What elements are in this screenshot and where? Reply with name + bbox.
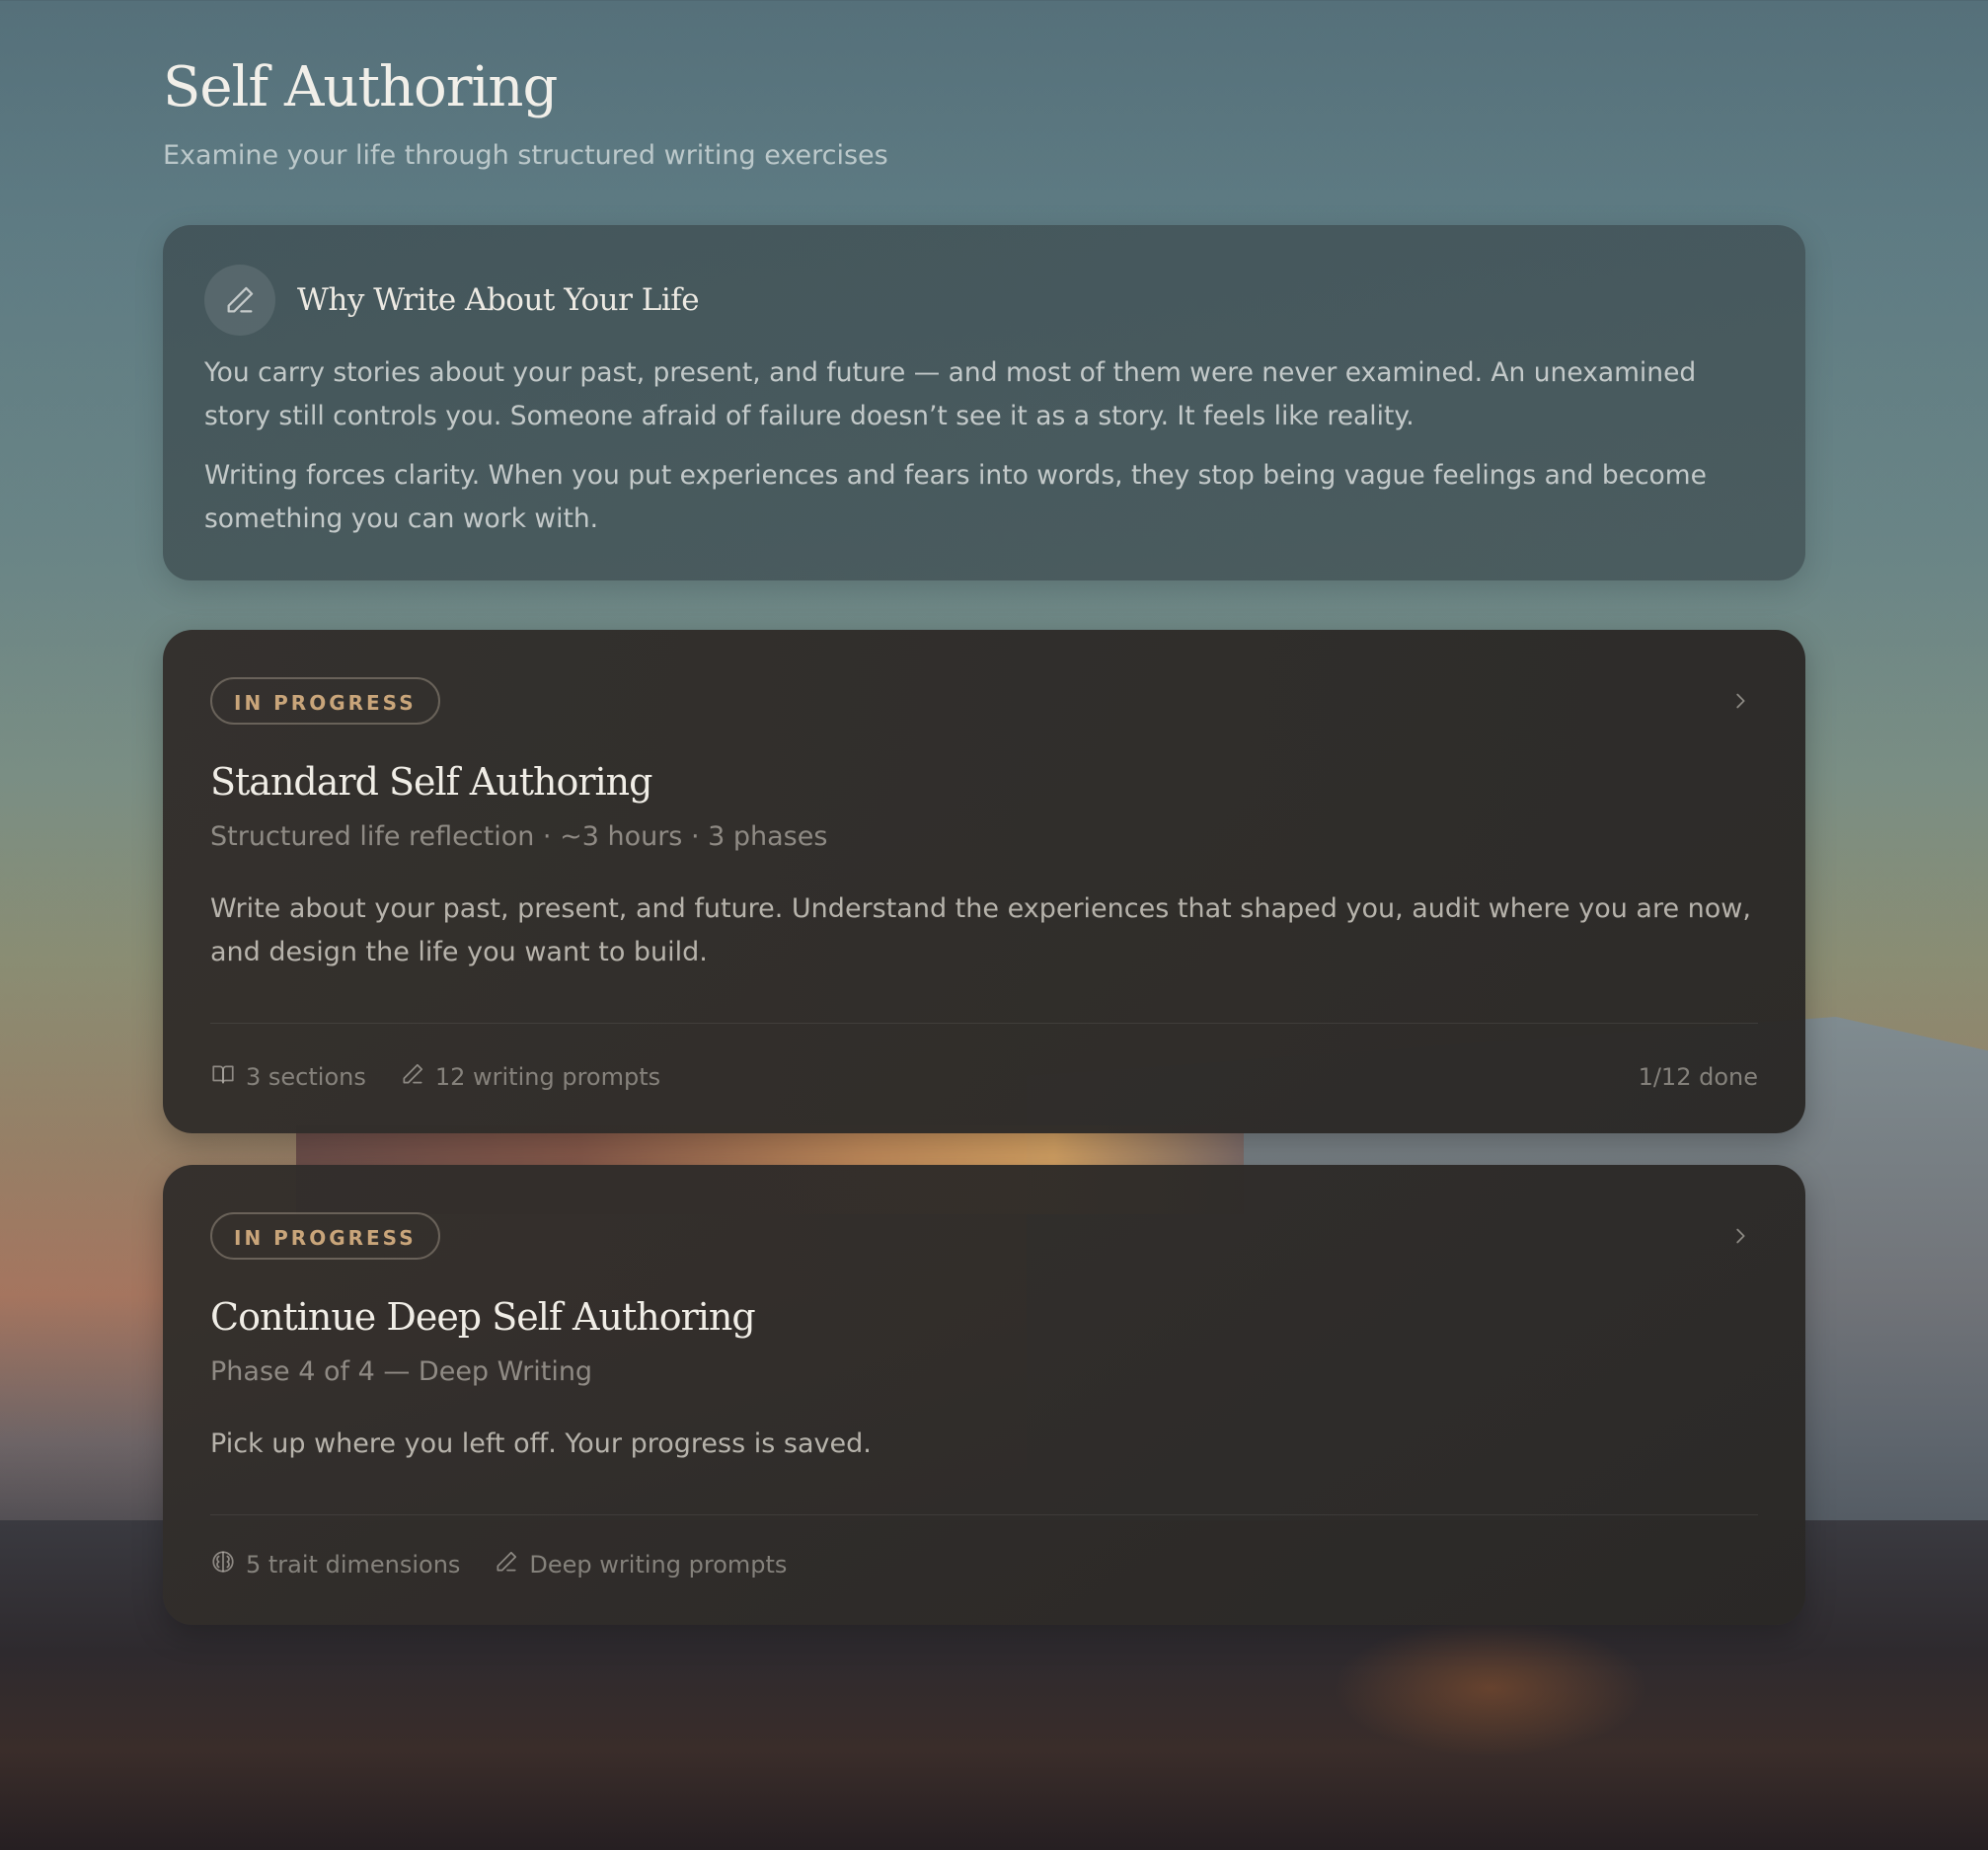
course-card-standard[interactable]: IN PROGRESS Standard Self Authoring Stru…: [163, 630, 1805, 1133]
background-glow: [1333, 1619, 1648, 1757]
footer-label: Deep writing prompts: [529, 1551, 788, 1579]
footer-prompts: Deep writing prompts: [494, 1549, 787, 1580]
intro-paragraph: You carry stories about your past, prese…: [204, 357, 1697, 431]
footer-label: 5 trait dimensions: [246, 1551, 461, 1579]
chevron-right-icon[interactable]: [1726, 1222, 1754, 1250]
course-meta: Structured life reflection · ~3 hours · …: [210, 821, 828, 852]
course-description: Write about your past, present, and futu…: [210, 893, 1751, 967]
progress-text: 1/12 done: [1638, 1063, 1758, 1091]
course-title: Standard Self Authoring: [210, 760, 652, 804]
brain-icon: [210, 1549, 236, 1580]
intro-card: Why Write About Your Life You carry stor…: [163, 225, 1805, 580]
pencil-icon: [494, 1549, 519, 1580]
footer-sections: 3 sections: [210, 1061, 366, 1093]
course-meta: Phase 4 of 4 — Deep Writing: [210, 1356, 593, 1387]
intro-title: Why Write About Your Life: [297, 282, 700, 318]
divider: [210, 1514, 1758, 1515]
course-description: Pick up where you left off. Your progres…: [210, 1428, 872, 1459]
book-open-icon: [210, 1061, 236, 1093]
page-subtitle: Examine your life through structured wri…: [163, 140, 888, 171]
page-title: Self Authoring: [163, 55, 558, 119]
chevron-right-icon[interactable]: [1726, 687, 1754, 715]
pencil-icon: [400, 1061, 425, 1093]
course-card-deep[interactable]: IN PROGRESS Continue Deep Self Authoring…: [163, 1165, 1805, 1625]
status-badge: IN PROGRESS: [210, 677, 440, 725]
footer-traits: 5 trait dimensions: [210, 1549, 460, 1580]
divider: [210, 1023, 1758, 1024]
intro-paragraph: Writing forces clarity. When you put exp…: [204, 460, 1707, 534]
pencil-icon: [204, 265, 275, 336]
card-footer: 5 trait dimensions Deep writing prompts: [210, 1542, 1758, 1587]
footer-prompts: 12 writing prompts: [400, 1061, 660, 1093]
intro-header: Why Write About Your Life: [204, 265, 1764, 336]
course-title: Continue Deep Self Authoring: [210, 1295, 756, 1339]
footer-label: 3 sections: [246, 1063, 366, 1091]
status-badge: IN PROGRESS: [210, 1212, 440, 1260]
footer-label: 12 writing prompts: [434, 1063, 661, 1091]
card-footer: 3 sections 12 writing prompts 1/12 done: [210, 1054, 1758, 1100]
